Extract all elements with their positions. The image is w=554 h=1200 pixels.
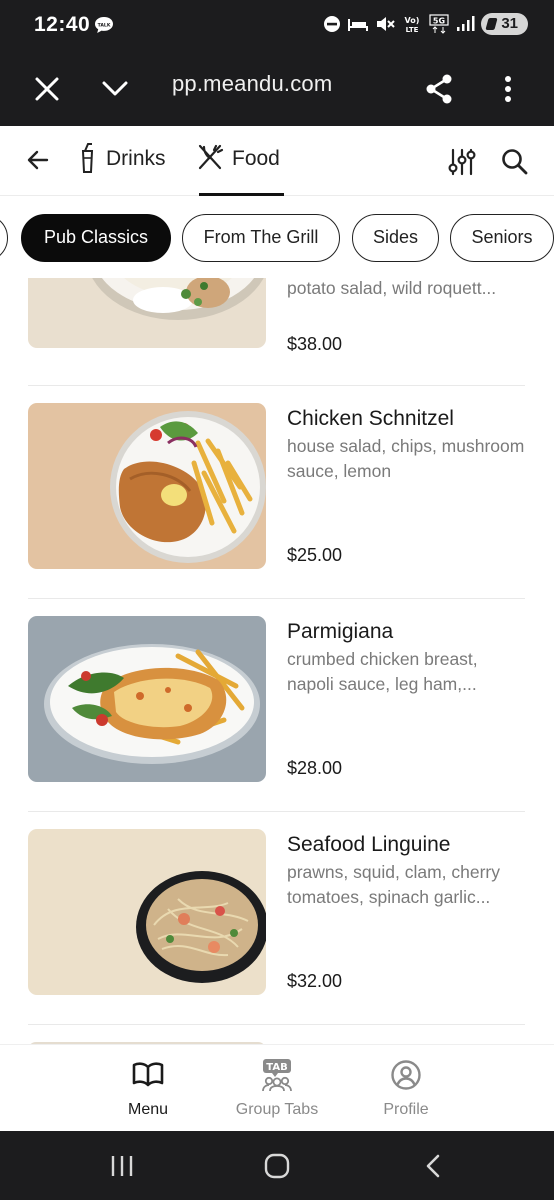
volte-icon: Vo)LTE (405, 16, 420, 34)
open-book-icon (132, 1062, 164, 1087)
group-tab-badge: TAB (266, 1062, 287, 1073)
more-vertical-icon (505, 76, 511, 102)
menu-item-price: $28.00 (287, 758, 343, 778)
menu-item-photo (28, 278, 266, 348)
drink-icon (81, 143, 94, 173)
menu-top-nav: Drinks Food (0, 126, 554, 196)
group-tab-icon: TAB (262, 1059, 292, 1092)
menu-item-description: potato salad, wild roquett... (287, 278, 497, 298)
url-text[interactable]: pp.meandu.com (172, 71, 332, 97)
battery-indicator: 31 (481, 13, 528, 35)
bottom-nav-menu-label: Menu (127, 1101, 169, 1118)
profile-icon (391, 1060, 421, 1090)
status-time: 12:40 (34, 13, 91, 36)
bottom-nav-menu[interactable]: Menu (88, 1057, 208, 1119)
close-button[interactable] (24, 66, 70, 112)
mute-icon (377, 17, 396, 31)
recents-icon (111, 1156, 133, 1176)
menu-item-name: Parmigiana (287, 620, 394, 643)
menu-item-description: crumbed chicken breast, napoli sauce, le… (287, 649, 478, 694)
svg-text:LTE: LTE (406, 26, 419, 34)
menu-item-description: prawns, squid, clam, cherry tomatoes, sp… (287, 862, 500, 907)
bottom-navigation: Menu TAB Group Tabs Profile (0, 1044, 554, 1131)
collapse-button[interactable] (92, 66, 138, 112)
item-divider (28, 811, 525, 812)
svg-text:5G: 5G (433, 17, 445, 26)
menu-item-description: house salad, chips, mushroom sauce, lemo… (287, 436, 525, 481)
menu-item-name: Seafood Linguine (287, 833, 451, 856)
menu-item[interactable]: Seafood Linguine prawns, squid, clam, ch… (28, 829, 525, 1009)
tab-drinks[interactable]: Drinks (76, 142, 166, 196)
cutlery-icon (198, 144, 224, 170)
tab-drinks-label: Drinks (106, 147, 166, 170)
menu-item-price: $38.00 (287, 334, 343, 354)
tab-food-label: Food (232, 147, 280, 170)
signal-icon (457, 16, 475, 31)
menu-item-photo (28, 829, 266, 995)
status-icons: Vo) LTE 5G 31 (323, 13, 528, 35)
share-button[interactable] (416, 66, 462, 112)
filter-sliders-icon[interactable] (446, 146, 478, 178)
item-divider (28, 598, 525, 599)
chevron-down-icon (102, 81, 128, 96)
share-icon (426, 74, 452, 104)
menu-item-price: $25.00 (287, 545, 343, 565)
menu-item-price: $32.00 (287, 971, 343, 991)
system-back-icon (426, 1154, 440, 1178)
more-options-button[interactable] (485, 66, 531, 112)
menu-item-photo (28, 616, 266, 782)
bottom-nav-group-tabs-label: Group Tabs (235, 1101, 319, 1118)
bottom-nav-profile[interactable]: Profile (346, 1057, 466, 1119)
category-pill-from-the-grill[interactable]: From The Grill (182, 214, 340, 262)
browser-toolbar: pp.meandu.com (0, 52, 554, 126)
talk-icon: TALK (95, 17, 113, 33)
close-icon (35, 77, 59, 101)
bottom-nav-group-tabs[interactable]: TAB Group Tabs (217, 1057, 337, 1119)
menu-item[interactable]: Parmigiana crumbed chicken breast, napol… (28, 616, 525, 796)
tab-food[interactable]: Food (196, 142, 284, 196)
talk-badge: TALK (98, 23, 111, 29)
bottom-nav-profile-label: Profile (383, 1101, 429, 1118)
recents-button[interactable] (102, 1151, 142, 1181)
category-pill-seniors[interactable]: Seniors (450, 214, 554, 262)
5g-icon: 5G (429, 14, 449, 34)
item-divider (28, 1024, 525, 1025)
system-back-button[interactable] (413, 1151, 453, 1181)
back-button[interactable] (22, 144, 54, 176)
item-divider (28, 385, 525, 386)
svg-text:Vo): Vo) (405, 16, 420, 25)
arrow-left-icon (27, 150, 49, 170)
home-button[interactable] (257, 1151, 297, 1181)
menu-item[interactable]: Chicken Schnitzel house salad, chips, mu… (28, 403, 525, 583)
sleep-mode-icon (348, 19, 369, 31)
search-icon[interactable] (499, 146, 531, 178)
status-bar: 12:40 TALK Vo) LTE 5G 31 (0, 0, 554, 52)
menu-item-name: Chicken Schnitzel (287, 407, 454, 430)
system-navigation-bar (0, 1131, 554, 1200)
category-pill-pub-classics[interactable]: Pub Classics (21, 214, 171, 262)
do-not-disturb-icon (324, 16, 341, 32)
category-pill-offscreen[interactable] (0, 214, 8, 262)
menu-item-photo (28, 403, 266, 569)
category-pill-sides[interactable]: Sides (352, 214, 439, 262)
menu-item-list: potato salad, wild roquett... $38.00 Chi… (0, 278, 554, 1044)
menu-item[interactable]: potato salad, wild roquett... $38.00 (28, 278, 525, 358)
category-pills: Pub Classics From The Grill Sides Senior… (0, 196, 554, 278)
home-icon (264, 1153, 290, 1179)
